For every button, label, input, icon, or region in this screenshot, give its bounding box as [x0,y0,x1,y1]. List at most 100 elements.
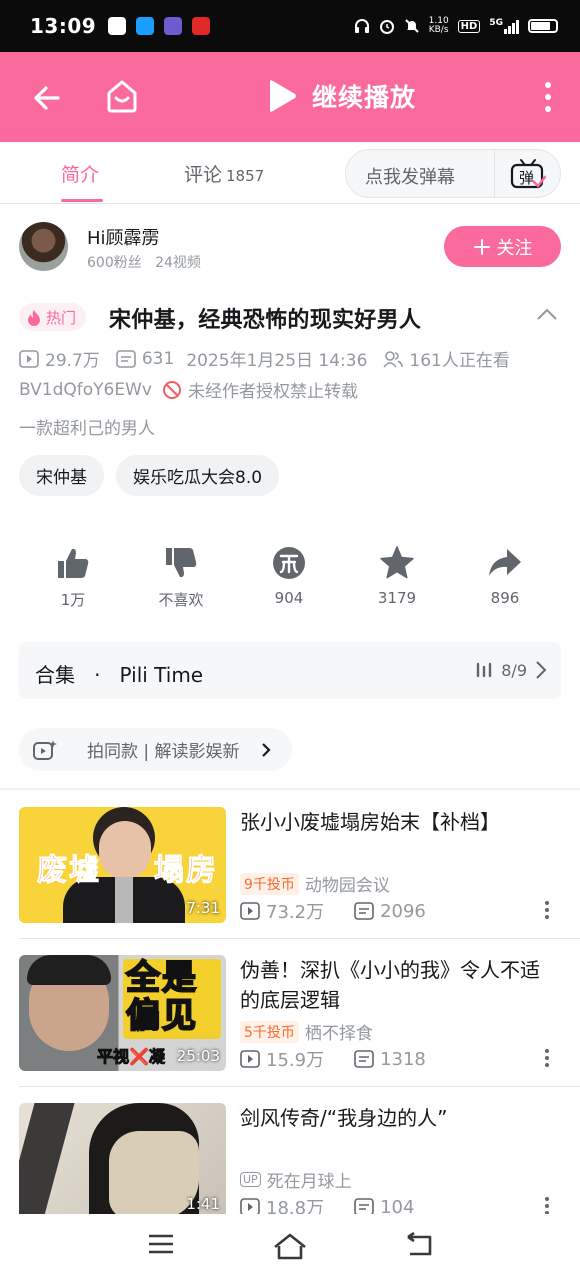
tab-comments[interactable]: 评论 1857 [184,160,264,187]
more-vertical-icon[interactable] [538,80,558,116]
video-thumbnail[interactable]: 全是 偏见 平视❌凝 25:03 [19,955,226,1071]
video-thumbnail[interactable]: 1:41 [19,1103,226,1219]
top-bar: 继续播放 [0,52,580,142]
screen: 13:09 1.10 KB/s HD 5G 继续播放 简介 评论 1857 点我… [0,0,580,1282]
dislike-label: 不喜欢 [158,591,204,609]
thumb-figure-hair [27,955,111,985]
bvid-row: BV1dQfoY6EWv 未经作者授权禁止转载 [19,377,358,403]
thumbnail-caption: 全是 [125,958,198,998]
video-meta: 5千投币 栖不择食 [240,1019,373,1044]
follow-label: 关注 [496,237,533,259]
danmaku-count-icon [354,1050,374,1068]
tag-item[interactable]: 娱乐吃瓜大会8.0 [116,455,280,496]
like-count: 1万 [60,591,86,609]
thumbnail-caption: 废墟 [37,853,101,889]
coin-count: 904 [274,589,304,607]
danmaku-toggle-icon[interactable]: 弹 [510,158,546,190]
share-button[interactable]: 896 [451,545,559,607]
favorite-button[interactable]: 3179 [343,545,451,607]
tag-list: 宋仲基 娱乐吃瓜大会8.0 [19,455,280,496]
net-speed: 1.10 KB/s [428,16,449,35]
collection-dot: · [94,663,101,687]
like-button[interactable]: 1万 [19,545,127,610]
dislike-button[interactable]: 不喜欢 [127,545,235,610]
chevron-right-icon [536,661,547,679]
hot-badge-label: 热门 [46,308,77,327]
coin-button[interactable]: 904 [235,545,343,607]
uploader-row: Hi顾霹雳 600粉丝 24视频 关注 [0,204,580,290]
recommended-video-item[interactable]: 全是 偏见 平视❌凝 25:03 伪善！深扒《小小的我》令人不适的底层逻辑 5千… [0,937,580,1083]
tab-intro[interactable]: 简介 [61,160,99,187]
more-vertical-icon[interactable] [543,900,551,920]
more-vertical-icon[interactable] [543,1048,551,1068]
uploader-meta: 600粉丝 24视频 [87,252,201,272]
battery-icon [528,19,558,33]
signal-icon: 5G [489,18,519,34]
video-stats: 73.2万 2096 [240,898,426,924]
danmaku-count: 631 [141,348,175,369]
play-count-icon [240,902,260,920]
watching-users-icon [383,350,404,368]
danmaku-input[interactable]: 点我发弹幕 弹 [345,149,561,198]
home-nav-icon[interactable] [273,1232,307,1260]
thumb-up-icon [58,548,89,578]
app-notification-icon [192,17,211,35]
up-name[interactable]: 动物园会议 [305,871,390,896]
chevron-right-icon [262,742,271,757]
view-count: 29.7万 [45,351,100,371]
thumb-down-icon [166,548,197,578]
up-name[interactable]: 死在月球上 [267,1167,352,1192]
uploader-videos: 24视频 [155,255,201,271]
view-count: 15.9万 [266,1050,325,1071]
thumb-figure-tie [115,877,133,923]
video-stats: 29.7万 631 2025年1月25日 14:36 161人正在看 [19,346,510,371]
chevron-up-icon[interactable] [535,306,559,322]
video-thumbnail[interactable]: 废墟 塌房 7:31 [19,807,226,923]
thumbnail-caption: 平视❌凝 [97,1047,166,1067]
headphones-icon [354,19,369,33]
bvid[interactable]: BV1dQfoY6EWv [19,380,152,400]
status-app-icons [108,17,211,35]
watching-count: 161人正在看 [409,351,510,371]
uploader-name[interactable]: Hi顾霹雳 [87,224,160,250]
continue-play-label: 继续播放 [312,83,417,112]
collection-progress-text: 8/9 [501,660,527,680]
tag-item[interactable]: 宋仲基 [19,455,104,496]
video-duration: 25:03 [176,1047,220,1065]
action-bar: 1万 不喜欢 904 3179 896 [0,545,580,620]
status-bar: 13:09 1.10 KB/s HD 5G [0,0,580,52]
recommended-video-item[interactable]: 废墟 塌房 7:31 张小小废墟塌房始末【补档】 9千投币 动物园会议 73.2… [0,789,580,935]
app-notification-icon [164,17,183,35]
danmaku-count-icon [354,902,374,920]
tab-bar: 简介 评论 1857 点我发弹幕 弹 [0,142,580,204]
avatar[interactable] [19,222,68,271]
hot-badge[interactable]: 热门 [19,303,87,331]
follow-button[interactable]: 关注 [444,226,561,267]
more-vertical-icon[interactable] [543,1196,551,1216]
up-name[interactable]: 栖不择食 [305,1019,373,1044]
status-time: 13:09 [30,14,97,38]
coin-badge: 9千投币 [240,872,299,895]
collection-progress: 8/9 [475,660,547,680]
video-duration: 1:41 [186,1195,220,1213]
system-nav-bar [0,1214,580,1282]
collection-name: Pili Time [119,663,204,687]
shoot-same-style-chip[interactable]: 拍同款 | 解读影娱新 [19,728,292,771]
network-type: 5G [489,18,503,28]
forbidden-icon [162,380,181,399]
back-arrow-icon[interactable] [28,80,64,116]
back-nav-icon[interactable] [404,1232,434,1258]
menu-icon[interactable] [148,1232,174,1256]
share-icon [489,549,521,576]
view-count: 73.2万 [266,902,325,923]
share-count: 896 [490,589,520,607]
danmaku-count: 2096 [380,900,426,922]
home-icon[interactable] [103,77,141,115]
recommended-video-item[interactable]: 1:41 剑风传奇/“我身边的人” UP 死在月球上 18.8万 104 [0,1085,580,1231]
collection-bar[interactable]: 合集 · Pili Time 8/9 [19,642,561,699]
play-count-icon [19,349,39,368]
danmaku-count-icon [116,349,136,368]
same-style-text: 拍同款 | 解读影娱新 [87,742,240,762]
collection-title: 合集 · Pili Time [35,659,203,688]
continue-play-button[interactable]: 继续播放 [266,78,416,114]
